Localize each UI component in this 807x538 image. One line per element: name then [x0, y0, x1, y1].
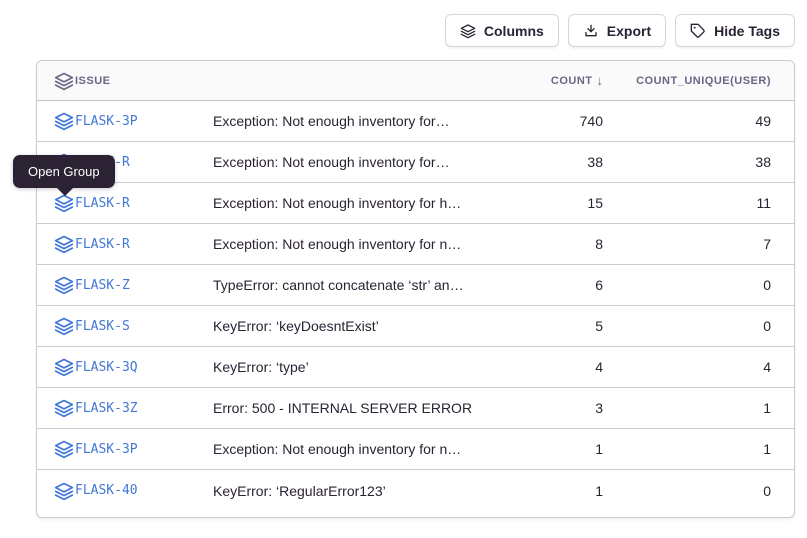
count-value: 15 [503, 195, 603, 211]
count-unique-value: 11 [603, 195, 794, 211]
table-row: FLASK-R Exception: Not enough inventory … [37, 183, 794, 224]
issue-title[interactable]: KeyError: ‘RegularError123’ [213, 483, 503, 499]
count-value: 4 [503, 359, 603, 375]
issue-id-link[interactable]: FLASK-S [75, 319, 213, 334]
issue-title[interactable]: Exception: Not enough inventory for h… [213, 195, 503, 211]
export-button[interactable]: Export [568, 14, 666, 47]
table-row: FLASK-3P Exception: Not enough inventory… [37, 429, 794, 470]
tooltip-caret [57, 188, 73, 196]
count-unique-value: 1 [603, 441, 794, 457]
count-value: 38 [503, 154, 603, 170]
issue-layers-icon[interactable] [37, 357, 75, 377]
count-unique-value: 0 [603, 277, 794, 293]
issue-layers-icon[interactable] [37, 275, 75, 295]
issue-id-link[interactable]: FLASK-3P [75, 114, 213, 129]
table-row: FLASK-Z TypeError: cannot concatenate ‘s… [37, 265, 794, 306]
columns-button-label: Columns [484, 23, 544, 39]
issues-table: ISSUE COUNT ↓ COUNT_UNIQUE(USER) FLASK-3… [36, 60, 795, 518]
table-row: FLASK-R Exception: Not enough inventory … [37, 142, 794, 183]
count-unique-value: 0 [603, 318, 794, 334]
issue-title[interactable]: Exception: Not enough inventory for… [213, 154, 503, 170]
issue-id-link[interactable]: FLASK-Z [75, 278, 213, 293]
table-header-row: ISSUE COUNT ↓ COUNT_UNIQUE(USER) [37, 61, 794, 101]
table-row: FLASK-3P Exception: Not enough inventory… [37, 101, 794, 142]
issue-title[interactable]: Exception: Not enough inventory for n… [213, 441, 503, 457]
open-group-tooltip: Open Group [13, 155, 115, 188]
issue-title[interactable]: Error: 500 - INTERNAL SERVER ERROR [213, 400, 503, 416]
count-value: 5 [503, 318, 603, 334]
count-value: 3 [503, 400, 603, 416]
issue-header-layers-icon [37, 71, 75, 91]
tooltip-label: Open Group [28, 164, 100, 179]
issue-title[interactable]: KeyError: ‘keyDoesntExist’ [213, 318, 503, 334]
tag-icon [690, 23, 706, 39]
issue-layers-icon[interactable] [37, 193, 75, 213]
table-row: FLASK-3Q KeyError: ‘type’ 4 4 [37, 347, 794, 388]
count-value: 6 [503, 277, 603, 293]
hide-tags-button-label: Hide Tags [714, 23, 780, 39]
issue-layers-icon[interactable] [37, 111, 75, 131]
count-value: 1 [503, 483, 603, 499]
table-body: FLASK-3P Exception: Not enough inventory… [37, 101, 794, 511]
columns-button[interactable]: Columns [445, 14, 559, 47]
table-row: FLASK-R Exception: Not enough inventory … [37, 224, 794, 265]
layers-icon [460, 23, 476, 39]
issue-title[interactable]: KeyError: ‘type’ [213, 359, 503, 375]
issue-id-link[interactable]: FLASK-R [75, 237, 213, 252]
issue-id-link[interactable]: FLASK-3Q [75, 360, 213, 375]
column-header-issue[interactable]: ISSUE [75, 75, 213, 87]
column-header-count-unique[interactable]: COUNT_UNIQUE(USER) [603, 75, 794, 87]
table-row: FLASK-S KeyError: ‘keyDoesntExist’ 5 0 [37, 306, 794, 347]
issue-layers-icon[interactable] [37, 481, 75, 501]
issue-title[interactable]: Exception: Not enough inventory for n… [213, 236, 503, 252]
count-unique-value: 4 [603, 359, 794, 375]
table-row: FLASK-40 KeyError: ‘RegularError123’ 1 0 [37, 470, 794, 511]
count-unique-value: 38 [603, 154, 794, 170]
issue-id-link[interactable]: FLASK-3Z [75, 401, 213, 416]
count-unique-value: 0 [603, 483, 794, 499]
count-value: 8 [503, 236, 603, 252]
export-button-label: Export [607, 23, 651, 39]
issue-layers-icon[interactable] [37, 439, 75, 459]
issue-title[interactable]: Exception: Not enough inventory for… [213, 113, 503, 129]
toolbar: Columns Export Hide Tags [445, 14, 795, 47]
issue-layers-icon[interactable] [37, 234, 75, 254]
count-value: 740 [503, 113, 603, 129]
issue-id-link[interactable]: FLASK-3P [75, 442, 213, 457]
issue-title[interactable]: TypeError: cannot concatenate ‘str’ an… [213, 277, 503, 293]
download-icon [583, 23, 599, 39]
column-header-count[interactable]: COUNT ↓ [503, 73, 603, 88]
count-unique-value: 1 [603, 400, 794, 416]
count-value: 1 [503, 441, 603, 457]
hide-tags-button[interactable]: Hide Tags [675, 14, 795, 47]
issue-id-link[interactable]: FLASK-40 [75, 483, 213, 498]
count-unique-value: 7 [603, 236, 794, 252]
count-unique-value: 49 [603, 113, 794, 129]
table-row: FLASK-3Z Error: 500 - INTERNAL SERVER ER… [37, 388, 794, 429]
issue-id-link[interactable]: FLASK-R [75, 196, 213, 211]
issue-layers-icon[interactable] [37, 316, 75, 336]
issue-layers-icon[interactable] [37, 398, 75, 418]
